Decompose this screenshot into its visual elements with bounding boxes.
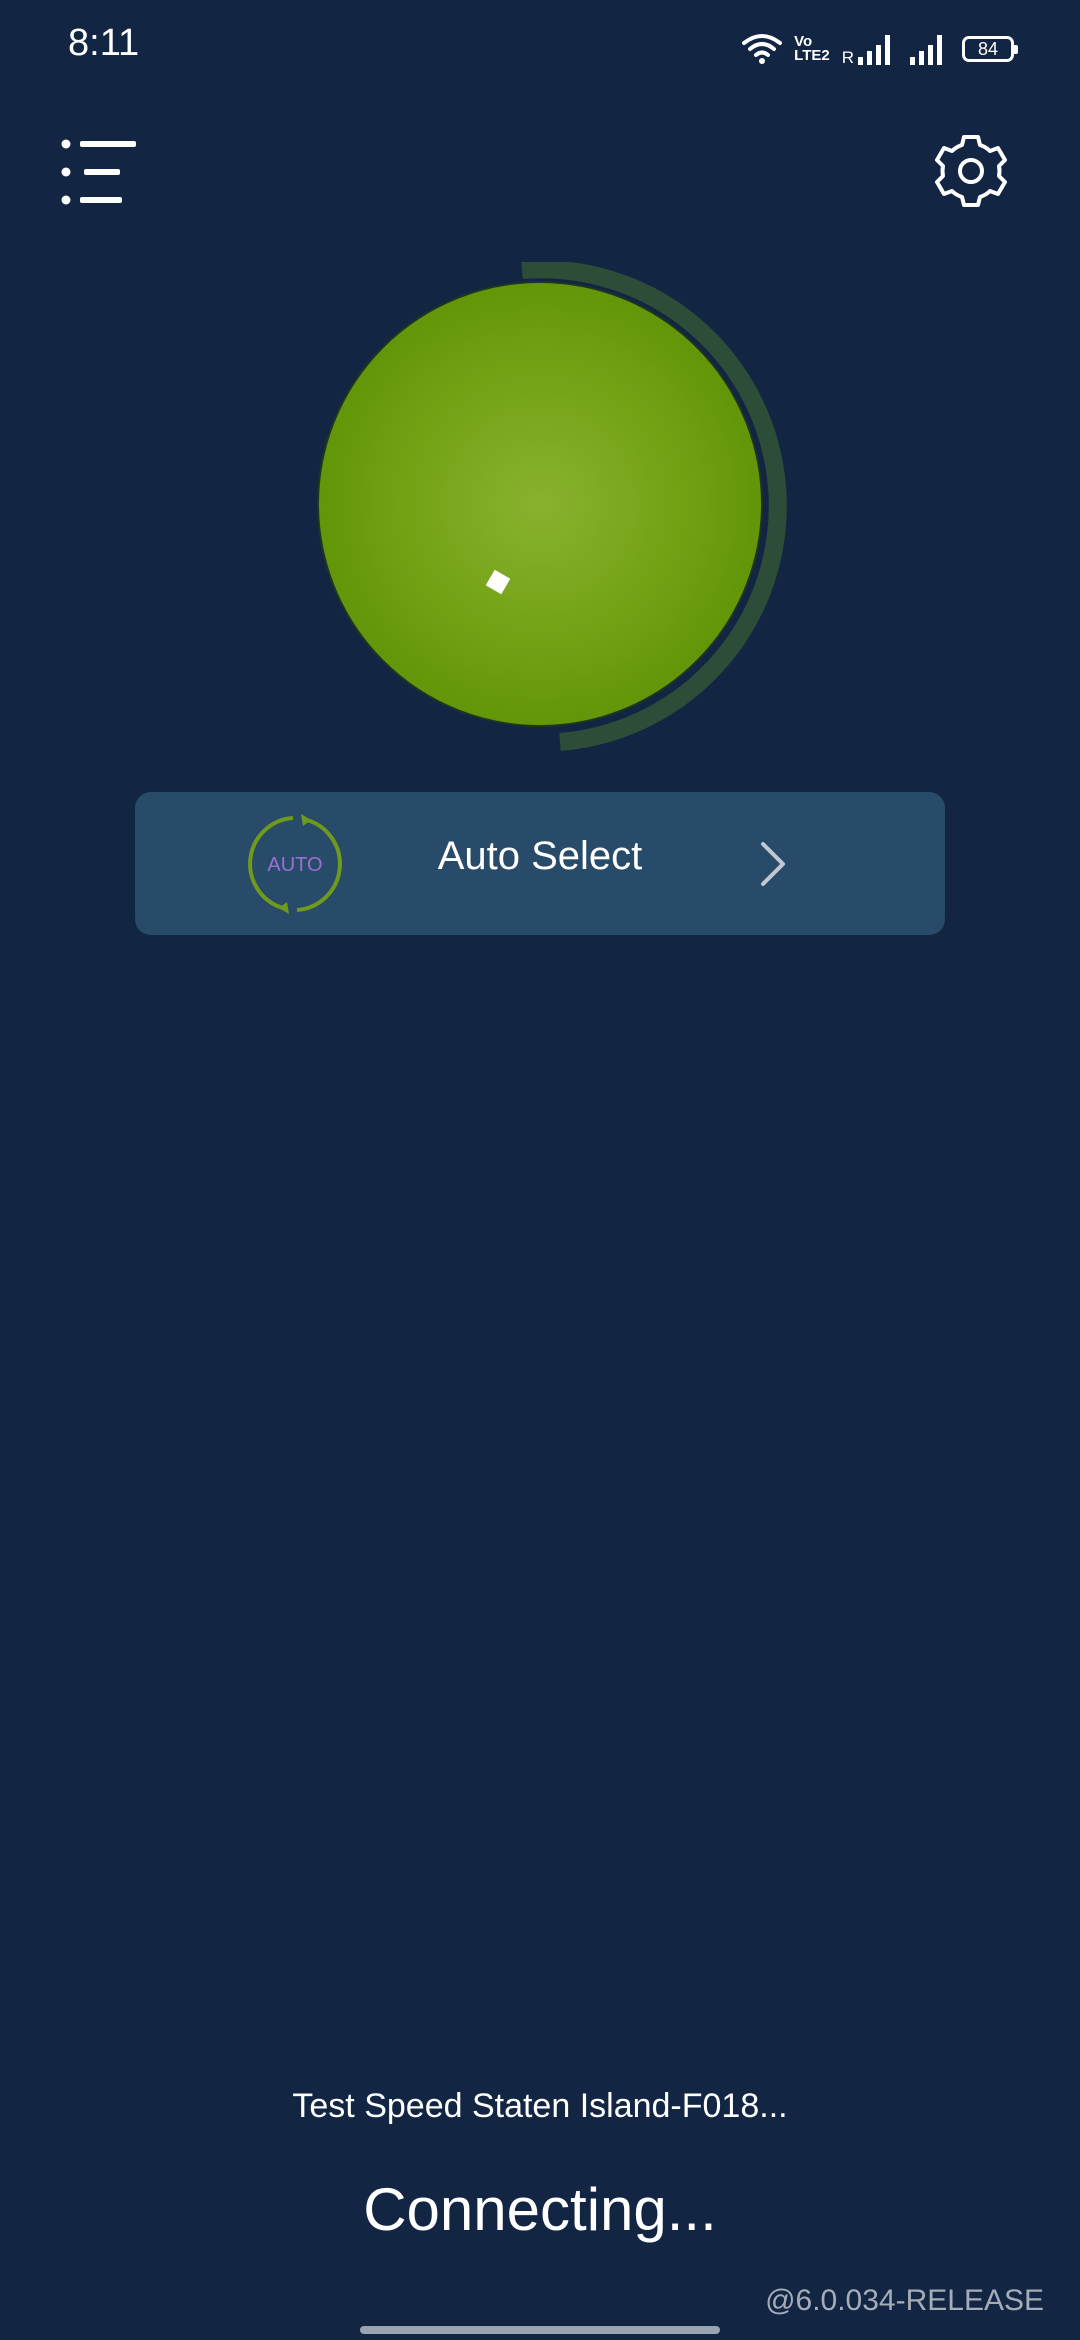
home-indicator[interactable]: [360, 2326, 720, 2334]
connection-status: Connecting...: [363, 2176, 717, 2243]
connect-orb-graphic: [317, 260, 787, 751]
status-time: 8:11: [68, 22, 140, 64]
wifi-icon: [742, 34, 783, 64]
battery-level: 84: [977, 38, 999, 59]
volte-bottom-label: LTE2: [794, 47, 830, 64]
signal-icon: [910, 35, 942, 65]
volte-icon: Vo LTE2: [794, 34, 830, 64]
server-selector[interactable]: AUTO Auto Select: [135, 792, 945, 935]
connect-orb-circle: [317, 281, 763, 727]
server-label: Auto Select: [437, 834, 643, 878]
status-bar: 8:11 Vo LTE2 R 84: [0, 0, 1080, 96]
battery-icon: 84: [962, 36, 1018, 62]
chevron-right-icon: [761, 842, 785, 886]
gear-icon: [935, 135, 1007, 207]
settings-button[interactable]: [930, 130, 1012, 212]
menu-button[interactable]: [58, 136, 138, 208]
roaming-indicator: R: [841, 48, 854, 67]
connecting-server-name: Test Speed Staten Island-F018...: [292, 2087, 788, 2125]
signal-icon: [858, 35, 890, 65]
version-label: @6.0.034-RELEASE: [765, 2284, 1044, 2317]
menu-list-icon: [61, 139, 136, 205]
connect-button[interactable]: [310, 260, 790, 752]
status-icons: Vo LTE2 R 84: [742, 28, 1018, 70]
